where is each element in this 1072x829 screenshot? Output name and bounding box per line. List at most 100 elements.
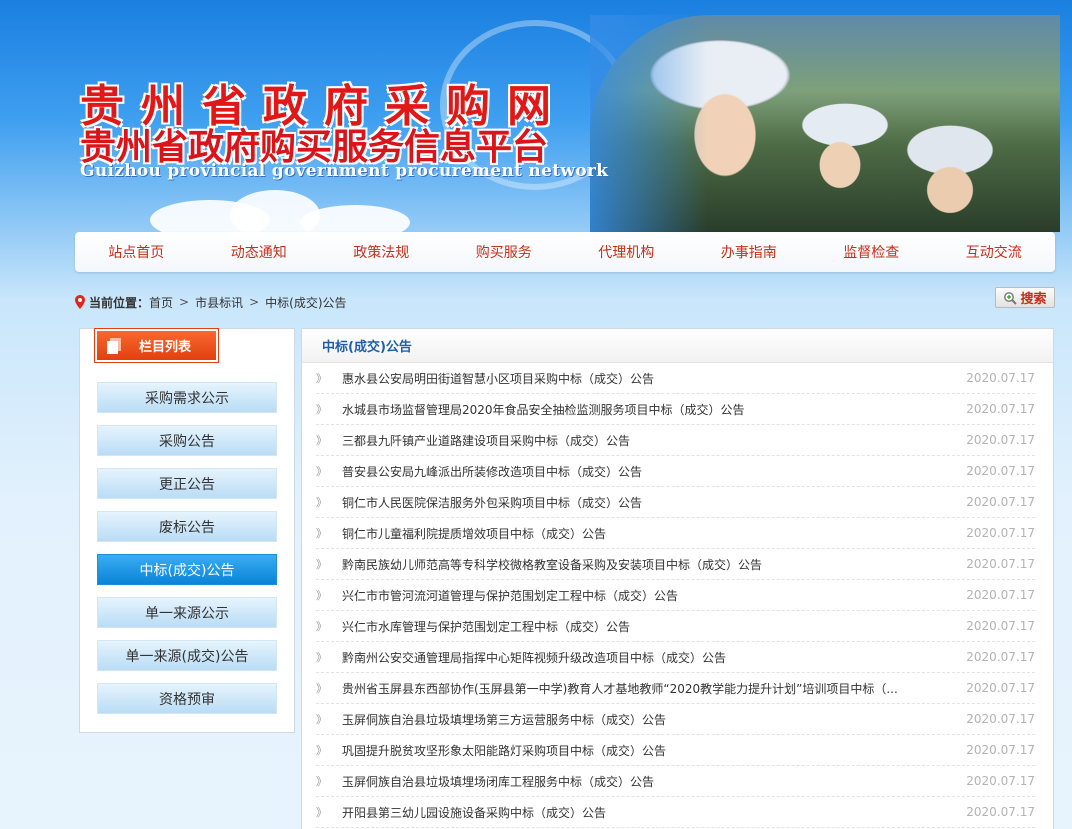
double-chevron-icon: 》: [316, 620, 327, 633]
notice-list-panel: 中标(成交)公告 》惠水县公安局明田街道智慧小区项目采购中标（成交）公告 2020…: [301, 328, 1054, 829]
nav-item-agencies[interactable]: 代理机构: [565, 242, 688, 262]
notice-date: 2020.07.17: [966, 712, 1035, 726]
breadcrumb: 当前位置： 首页 > 市县标讯 > 中标(成交)公告: [75, 293, 347, 311]
nav-item-news[interactable]: 动态通知: [198, 242, 321, 262]
list-item[interactable]: 》 玉屏侗族自治县垃圾填埋场第三方运营服务中标（成交）公告 2020.07.17: [316, 704, 1035, 735]
notice-title-link[interactable]: 水城县市场监督管理局2020年食品安全抽检监测服务项目中标（成交）公告: [342, 401, 965, 418]
notice-date: 2020.07.17: [966, 495, 1035, 509]
double-chevron-icon: 》: [316, 744, 327, 757]
document-icon: [107, 337, 121, 354]
double-chevron-icon: 》: [316, 403, 327, 416]
breadcrumb-current: 中标(成交)公告: [265, 295, 347, 310]
notice-title-link[interactable]: 玉屏侗族自治县垃圾填埋场闭库工程服务中标（成交）公告: [342, 773, 965, 790]
nav-item-policy[interactable]: 政策法规: [320, 242, 443, 262]
notice-title-link[interactable]: 普安县公安局九峰派出所装修改造项目中标（成交）公告: [342, 463, 965, 480]
notice-title-link[interactable]: 贵州省玉屏县东西部协作(玉屏县第一中学)教育人才基地教师“2020教学能力提升计…: [342, 680, 965, 697]
notice-title-link[interactable]: 开阳县第三幼儿园设施设备采购中标（成交）公告: [342, 804, 965, 821]
search-button-label: 搜索: [1020, 292, 1047, 307]
list-item[interactable]: 》 惠水县公安局明田街道智慧小区项目采购中标（成交）公告 2020.07.17: [316, 363, 1035, 394]
sidebar-item-single-source-notice[interactable]: 单一来源公示: [97, 597, 277, 628]
list-item[interactable]: 》 铜仁市人民医院保洁服务外包采购项目中标（成交）公告 2020.07.17: [316, 487, 1035, 518]
sidebar-item-purchase-notice[interactable]: 采购公告: [97, 425, 277, 456]
nav-item-supervision[interactable]: 监督检查: [810, 242, 933, 262]
banner-photo: [590, 15, 1060, 232]
notice-title-link[interactable]: 黔南民族幼儿师范高等专科学校微格教室设备采购及安装项目中标（成交）公告: [342, 556, 965, 573]
double-chevron-icon: 》: [316, 651, 327, 664]
list-item[interactable]: 》 玉屏侗族自治县垃圾填埋场闭库工程服务中标（成交）公告 2020.07.17: [316, 766, 1035, 797]
notice-date: 2020.07.17: [966, 650, 1035, 664]
double-chevron-icon: 》: [316, 806, 327, 819]
notice-title-link[interactable]: 铜仁市儿童福利院提质增效项目中标（成交）公告: [342, 525, 965, 542]
breadcrumb-county-news-link[interactable]: 市县标讯: [195, 294, 243, 311]
double-chevron-icon: 》: [316, 434, 327, 447]
breadcrumb-separator: >: [179, 295, 190, 309]
nav-item-home[interactable]: 站点首页: [75, 242, 198, 262]
notice-date: 2020.07.17: [966, 433, 1035, 447]
notice-title-link[interactable]: 三都县九阡镇产业道路建设项目采购中标（成交）公告: [342, 432, 965, 449]
double-chevron-icon: 》: [316, 589, 327, 602]
nav-item-interaction[interactable]: 互动交流: [933, 242, 1056, 262]
notice-title-link[interactable]: 兴仁市市管河流河道管理与保护范围划定工程中标（成交）公告: [342, 587, 965, 604]
list-item[interactable]: 》 巩固提升脱贫攻坚形象太阳能路灯采购项目中标（成交）公告 2020.07.17: [316, 735, 1035, 766]
location-pin-icon: [75, 295, 85, 309]
sidebar-item-prequalification[interactable]: 资格预审: [97, 683, 277, 714]
notice-title-link[interactable]: 黔南州公安交通管理局指挥中心矩阵视频升级改造项目中标（成交）公告: [342, 649, 965, 666]
double-chevron-icon: 》: [316, 465, 327, 478]
double-chevron-icon: 》: [316, 682, 327, 695]
list-item[interactable]: 》 兴仁市市管河流河道管理与保护范围划定工程中标（成交）公告 2020.07.17: [316, 580, 1035, 611]
site-banner: 贵州省政府采购网 贵州省政府购买服务信息平台 Guizhou provincia…: [0, 0, 1072, 232]
double-chevron-icon: 》: [316, 527, 327, 540]
sidebar-item-invalid-bid-notice[interactable]: 废标公告: [97, 511, 277, 542]
list-item[interactable]: 》 铜仁市儿童福利院提质增效项目中标（成交）公告 2020.07.17: [316, 518, 1035, 549]
notice-date: 2020.07.17: [966, 371, 1035, 385]
double-chevron-icon: 》: [316, 558, 327, 571]
breadcrumb-home-link[interactable]: 首页: [149, 294, 173, 311]
notice-date: 2020.07.17: [966, 588, 1035, 602]
notice-date: 2020.07.17: [966, 619, 1035, 633]
double-chevron-icon: 》: [316, 372, 327, 385]
notice-date: 2020.07.17: [966, 557, 1035, 571]
notice-date: 2020.07.17: [966, 402, 1035, 416]
sidebar-item-demand-notice[interactable]: 采购需求公示: [97, 382, 277, 413]
breadcrumb-separator: >: [249, 295, 260, 309]
nav-item-purchase-service[interactable]: 购买服务: [443, 242, 566, 262]
notice-date: 2020.07.17: [966, 526, 1035, 540]
notice-date: 2020.07.17: [966, 774, 1035, 788]
notice-date: 2020.07.17: [966, 743, 1035, 757]
site-title-english: Guizhou provincial government procuremen…: [80, 161, 609, 181]
notice-date: 2020.07.17: [966, 805, 1035, 819]
list-item[interactable]: 》 兴仁市水库管理与保护范围划定工程中标（成交）公告 2020.07.17: [316, 611, 1035, 642]
double-chevron-icon: 》: [316, 775, 327, 788]
sidebar-item-correction-notice[interactable]: 更正公告: [97, 468, 277, 499]
notice-date: 2020.07.17: [966, 681, 1035, 695]
notice-title-link[interactable]: 铜仁市人民医院保洁服务外包采购项目中标（成交）公告: [342, 494, 965, 511]
notice-date: 2020.07.17: [966, 464, 1035, 478]
list-item[interactable]: 》 黔南民族幼儿师范高等专科学校微格教室设备采购及安装项目中标（成交）公告 2020…: [316, 549, 1035, 580]
category-sidebar: 栏目列表 采购需求公示 采购公告 更正公告 废标公告 中标(成交)公告 单一来源…: [79, 328, 295, 733]
sidebar-item-single-source-award[interactable]: 单一来源(成交)公告: [97, 640, 277, 671]
search-button[interactable]: 搜索: [995, 287, 1055, 308]
list-item[interactable]: 》 普安县公安局九峰派出所装修改造项目中标（成交）公告 2020.07.17: [316, 456, 1035, 487]
cloud-decoration: [300, 205, 410, 232]
breadcrumb-label: 当前位置：: [89, 295, 150, 310]
list-item[interactable]: 》 开阳县第三幼儿园设施设备采购中标（成交）公告 2020.07.17: [316, 797, 1035, 828]
list-item[interactable]: 》 水城县市场监督管理局2020年食品安全抽检监测服务项目中标（成交）公告 2020…: [316, 394, 1035, 425]
sidebar-item-award-notice[interactable]: 中标(成交)公告: [97, 554, 277, 585]
zoom-icon: [1004, 291, 1018, 305]
main-nav: 站点首页 动态通知 政策法规 购买服务 代理机构 办事指南 监督检查 互动交流: [75, 232, 1055, 272]
notice-title-link[interactable]: 巩固提升脱贫攻坚形象太阳能路灯采购项目中标（成交）公告: [342, 742, 965, 759]
list-item[interactable]: 》 黔南州公安交通管理局指挥中心矩阵视频升级改造项目中标（成交）公告 2020.07…: [316, 642, 1035, 673]
double-chevron-icon: 》: [316, 496, 327, 509]
notice-title-link[interactable]: 惠水县公安局明田街道智慧小区项目采购中标（成交）公告: [342, 370, 965, 387]
sidebar-menu: 采购需求公示 采购公告 更正公告 废标公告 中标(成交)公告 单一来源公示 单一…: [97, 382, 277, 726]
sidebar-header: 栏目列表: [95, 329, 218, 362]
notice-title-link[interactable]: 玉屏侗族自治县垃圾填埋场第三方运营服务中标（成交）公告: [342, 711, 965, 728]
nav-item-guide[interactable]: 办事指南: [688, 242, 811, 262]
notice-title-link[interactable]: 兴仁市水库管理与保护范围划定工程中标（成交）公告: [342, 618, 965, 635]
panel-title: 中标(成交)公告: [302, 329, 1053, 363]
notice-list: 》惠水县公安局明田街道智慧小区项目采购中标（成交）公告 2020.07.17 》水城…: [302, 363, 1053, 828]
sidebar-header-label: 栏目列表: [139, 340, 192, 355]
list-item[interactable]: 》 贵州省玉屏县东西部协作(玉屏县第一中学)教育人才基地教师“2020教学能力提升…: [316, 673, 1035, 704]
double-chevron-icon: 》: [316, 713, 327, 726]
list-item[interactable]: 》 三都县九阡镇产业道路建设项目采购中标（成交）公告 2020.07.17: [316, 425, 1035, 456]
